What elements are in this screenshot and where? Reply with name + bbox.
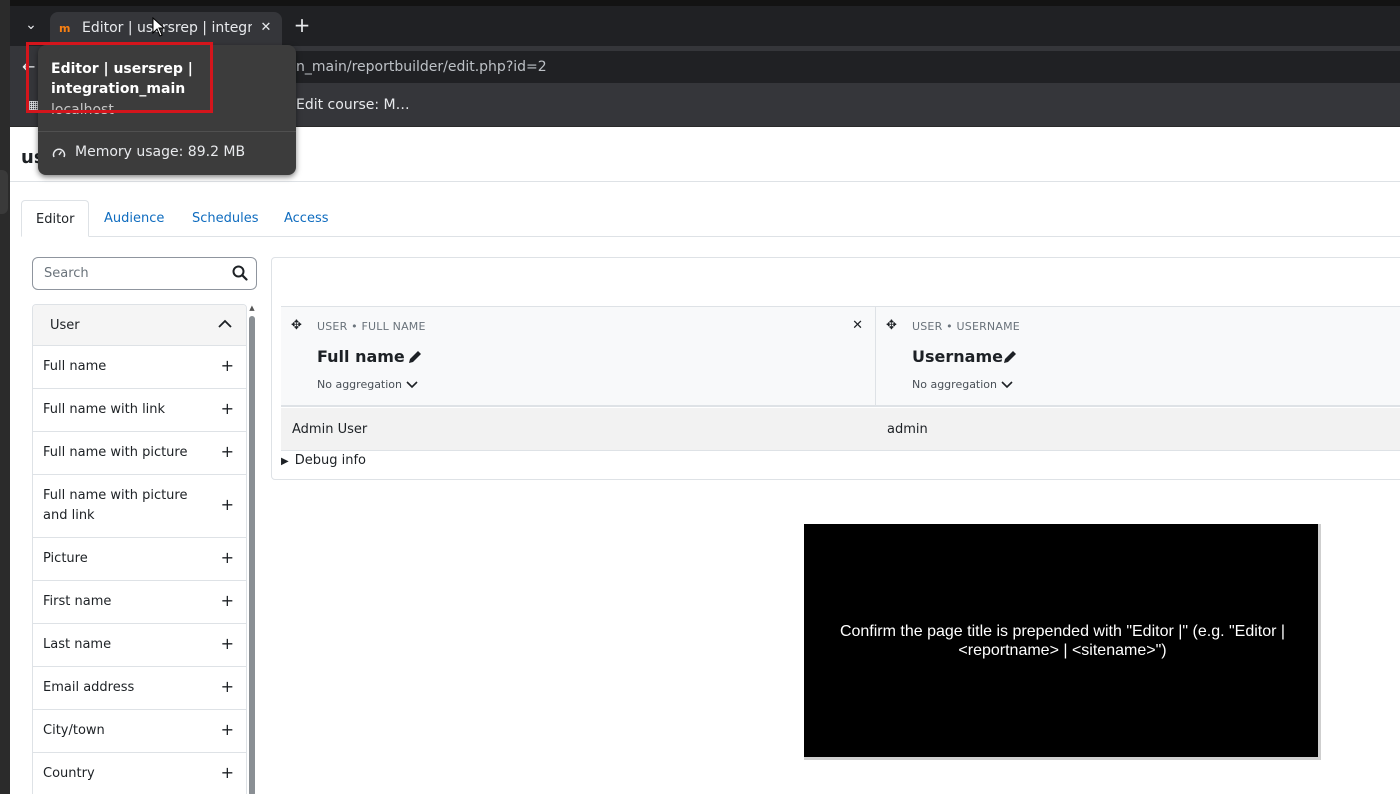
bookmark-edit-course[interactable]: Edit course: M… xyxy=(296,97,410,113)
add-plus-icon[interactable]: + xyxy=(221,399,234,418)
heading-divider xyxy=(10,181,1400,182)
add-plus-icon[interactable]: + xyxy=(221,356,234,375)
search-input[interactable] xyxy=(34,259,224,288)
tab-audience[interactable]: Audience xyxy=(104,200,164,237)
aggregation-select[interactable]: No aggregation xyxy=(912,378,997,391)
card-header-label: User xyxy=(50,318,80,333)
field-label: Full name xyxy=(43,359,107,374)
field-label: Country xyxy=(43,766,95,781)
tab-access[interactable]: Access xyxy=(284,200,329,237)
table-cell: admin xyxy=(887,422,928,437)
tab-label: Schedules xyxy=(192,211,259,226)
field-label: Picture xyxy=(43,551,88,566)
column-name: Username xyxy=(912,347,1003,366)
tab-label: Audience xyxy=(104,211,165,226)
field-item-email-address[interactable]: Email address + xyxy=(33,667,246,710)
field-label: First name xyxy=(43,594,112,609)
edit-pencil-icon[interactable] xyxy=(1002,349,1018,365)
field-label: Email address xyxy=(43,680,135,695)
card-header-user[interactable]: User xyxy=(33,305,246,346)
field-item-full-name-with-link[interactable]: Full name with link + xyxy=(33,389,246,432)
close-tab-icon[interactable]: ✕ xyxy=(258,20,274,36)
field-label: Full name with link xyxy=(43,402,166,417)
scrollbar-thumb[interactable] xyxy=(249,316,255,794)
table-cell: Admin User xyxy=(292,422,368,437)
add-plus-icon[interactable]: + xyxy=(221,495,234,514)
column-header-username: ✥ USER • USERNAME Username No aggregatio… xyxy=(876,307,1400,407)
field-item-picture[interactable]: Picture + xyxy=(33,538,246,581)
browser-tab-active[interactable]: m Editor | usersrep | integration_main ✕ xyxy=(50,12,282,46)
scroll-up-arrow-icon[interactable]: ▲ xyxy=(248,304,256,312)
move-arrows-icon[interactable]: ✥ xyxy=(886,318,897,333)
new-tab-plus-icon[interactable]: + xyxy=(292,15,312,35)
field-item-full-name[interactable]: Full name + xyxy=(33,346,246,389)
field-cards: User Full name + Full name with link + F… xyxy=(32,304,247,794)
search-icon[interactable] xyxy=(232,265,248,281)
remove-column-close-icon[interactable]: ✕ xyxy=(852,318,863,333)
report-preview: ✥ USER • FULL NAME Full name No aggregat… xyxy=(271,257,1400,480)
column-header-full-name: ✥ USER • FULL NAME Full name No aggregat… xyxy=(281,307,875,407)
add-plus-icon[interactable]: + xyxy=(221,763,234,782)
field-item-last-name[interactable]: Last name + xyxy=(33,624,246,667)
move-arrows-icon[interactable]: ✥ xyxy=(291,318,302,333)
column-category: USER • FULL NAME xyxy=(317,320,426,333)
browser-tabstrip: ⌄ m Editor | usersrep | integration_main… xyxy=(10,6,1400,46)
chevron-up-icon[interactable] xyxy=(218,319,232,329)
chevron-down-icon[interactable] xyxy=(406,381,418,389)
report-tabs: Editor Audience Schedules Access xyxy=(21,200,1400,237)
field-item-first-name[interactable]: First name + xyxy=(33,581,246,624)
column-name: Full name xyxy=(317,347,405,366)
debug-label: Debug info xyxy=(294,453,366,468)
disclosure-triangle-icon: ▶ xyxy=(281,456,289,467)
instruction-text: Confirm the page title is prepended with… xyxy=(839,623,1286,659)
field-item-full-name-with-picture[interactable]: Full name with picture + xyxy=(33,432,246,475)
field-label: Full name with picture xyxy=(43,445,188,460)
column-category: USER • USERNAME xyxy=(912,320,1020,333)
add-plus-icon[interactable]: + xyxy=(221,548,234,567)
mouse-cursor-icon xyxy=(152,17,166,37)
gauge-icon xyxy=(52,148,66,158)
sidebar-scrollbar[interactable]: ▲ xyxy=(248,304,256,794)
add-plus-icon[interactable]: + xyxy=(221,442,234,461)
table-row: Admin User admin xyxy=(281,408,1400,451)
field-item-country[interactable]: Country + xyxy=(33,753,246,794)
dock-handle[interactable] xyxy=(0,170,8,214)
field-label: Last name xyxy=(43,637,112,652)
moodle-favicon-icon: m xyxy=(59,22,71,35)
desktop-dock-edge xyxy=(0,0,10,794)
memory-usage: Memory usage: 89.2 MB xyxy=(75,144,246,160)
add-plus-icon[interactable]: + xyxy=(221,591,234,610)
edit-pencil-icon[interactable] xyxy=(407,349,423,365)
add-plus-icon[interactable]: + xyxy=(221,720,234,739)
field-item-city-town[interactable]: City/town + xyxy=(33,710,246,753)
field-label: City/town xyxy=(43,723,105,738)
sidebar-search xyxy=(32,257,257,290)
debug-info-toggle[interactable]: ▶ Debug info xyxy=(281,453,366,468)
instruction-overlay: Confirm the page title is prepended with… xyxy=(804,524,1321,760)
tab-title: Editor | usersrep | integration_main xyxy=(82,20,252,36)
field-item-full-name-with-picture-and-link[interactable]: Full name with picture and link + xyxy=(33,475,246,538)
report-table: ✥ USER • FULL NAME Full name No aggregat… xyxy=(281,306,1400,451)
tab-label: Access xyxy=(284,211,329,226)
annotation-highlight-box xyxy=(26,42,213,113)
add-plus-icon[interactable]: + xyxy=(221,677,234,696)
field-label: Full name with picture and link xyxy=(43,488,188,523)
aggregation-select[interactable]: No aggregation xyxy=(317,378,402,391)
chevron-down-icon[interactable] xyxy=(1001,381,1013,389)
tab-search-chevron-down-icon[interactable]: ⌄ xyxy=(22,16,40,34)
tab-label: Editor xyxy=(36,212,75,227)
address-bar-url: n_main/reportbuilder/edit.php?id=2 xyxy=(296,59,547,75)
add-plus-icon[interactable]: + xyxy=(221,634,234,653)
tab-schedules[interactable]: Schedules xyxy=(192,200,259,237)
tab-editor[interactable]: Editor xyxy=(21,200,90,237)
hovercard-divider xyxy=(38,131,296,132)
